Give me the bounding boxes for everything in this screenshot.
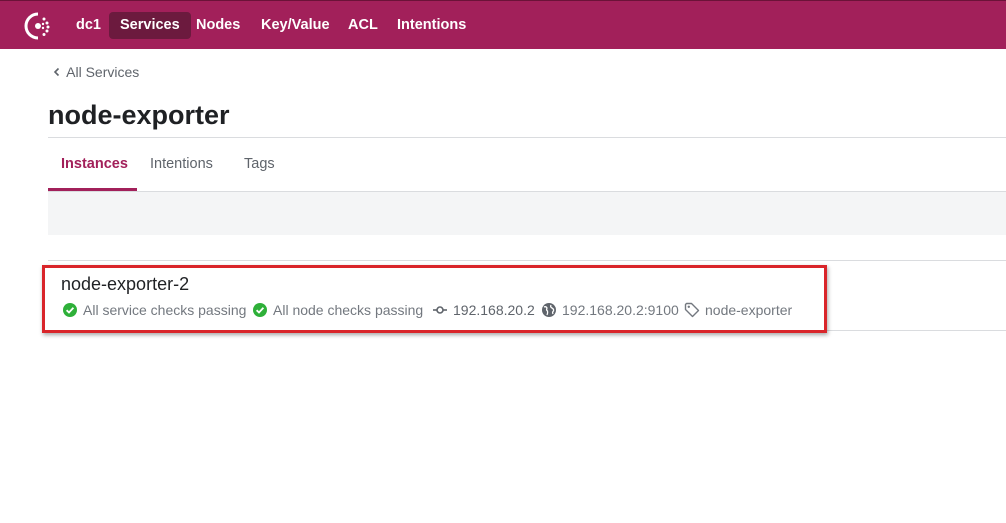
nav-item-services[interactable]: Services — [109, 12, 191, 39]
list-divider-top — [48, 260, 1006, 261]
nav-item-key-value[interactable]: Key/Value — [250, 12, 341, 39]
breadcrumb[interactable]: All Services — [51, 62, 139, 82]
datacenter-selector[interactable]: dc1 — [65, 12, 112, 39]
page-title: node-exporter — [48, 100, 230, 130]
top-nav-bar: dc1 Services Nodes Key/Value ACL Intenti… — [0, 0, 1006, 49]
tab-tags[interactable]: Tags — [244, 150, 275, 191]
nav-item-nodes[interactable]: Nodes — [185, 12, 251, 39]
breadcrumb-label[interactable]: All Services — [66, 64, 139, 80]
chevron-left-icon — [53, 67, 60, 77]
tab-bar: Instances Intentions Tags — [48, 150, 1006, 191]
title-divider — [48, 137, 1006, 138]
nav-item-acl[interactable]: ACL — [337, 12, 389, 39]
consul-logo-icon[interactable] — [22, 10, 54, 42]
filter-bar — [48, 192, 1006, 235]
highlight-box — [42, 265, 827, 333]
tab-intentions[interactable]: Intentions — [150, 150, 213, 191]
tab-instances[interactable]: Instances — [48, 150, 137, 191]
nav-item-intentions[interactable]: Intentions — [386, 12, 477, 39]
